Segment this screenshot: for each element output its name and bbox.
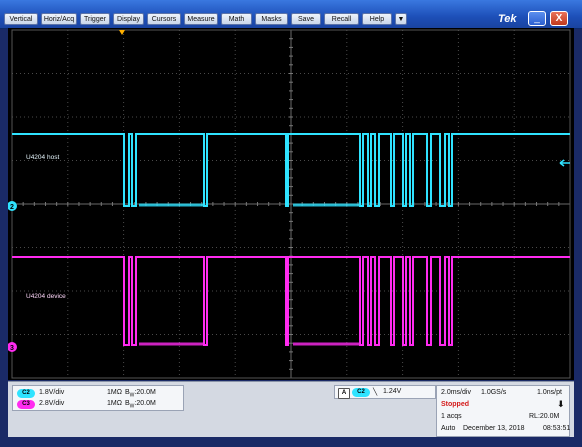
menu-display-button[interactable]: Display <box>113 13 144 25</box>
ch2-waveform-label: U4204 host <box>26 154 60 161</box>
menu-save-button[interactable]: Save <box>291 13 321 25</box>
menu-dropdown-icon[interactable]: ▼ <box>395 13 407 25</box>
readout-bar: C2 1.8V/div 1MΩ BW:20.0M C3 2.8V/div 1MΩ… <box>8 381 574 438</box>
menu-recall-button[interactable]: Recall <box>324 13 359 25</box>
time: 08:53:51 <box>543 425 571 432</box>
ch3-coupling: 1MΩ <box>107 400 122 407</box>
trigger-mode: Auto <box>441 425 456 432</box>
trigger-panel[interactable]: A C2 ╲ 1.24V <box>334 385 436 399</box>
ch2-ground-marker-text: 2 <box>10 204 14 211</box>
channel-settings-panel[interactable]: C2 1.8V/div 1MΩ BW:20.0M C3 2.8V/div 1MΩ… <box>12 385 184 411</box>
waveform-display[interactable]: 23 U4204 host U4204 device <box>8 28 574 380</box>
trigger-level: 1.24V <box>383 388 402 395</box>
close-button[interactable]: X <box>550 11 568 26</box>
tek-logo: Tek <box>498 13 517 25</box>
ch2-badge[interactable]: C2 <box>17 389 35 398</box>
ch2-bandwidth: BW:20.0M <box>125 389 156 399</box>
graticule: 23 <box>8 29 571 379</box>
horizontal-status-panel[interactable]: 2.0ms/div 1.0GS/s 1.0ns/pt Stopped ⬇ 1 a… <box>436 385 570 437</box>
record-length: RL:20.0M <box>529 413 560 420</box>
menu-help-button[interactable]: Help <box>362 13 392 25</box>
menu-measure-button[interactable]: Measure <box>184 13 218 25</box>
run-stop-icon: ⬇ <box>557 399 565 409</box>
ch2-coupling: 1MΩ <box>107 389 122 396</box>
window-bottom-edge <box>0 437 582 447</box>
menu-math-button[interactable]: Math <box>221 13 252 25</box>
ch2-scale: 1.8V/div <box>39 389 65 396</box>
ch3-bandwidth: BW:20.0M <box>125 400 156 410</box>
menu-cursors-button[interactable]: Cursors <box>147 13 181 25</box>
minimize-button[interactable]: _ <box>528 11 546 26</box>
acquisition-count: 1 acqs <box>441 413 462 420</box>
menu-trigger-button[interactable]: Trigger <box>80 13 110 25</box>
sample-rate: 1.0GS/s <box>481 389 507 396</box>
trigger-source-badge: C2 <box>352 388 370 397</box>
time-per-div: 2.0ms/div <box>441 389 471 396</box>
ch3-ground-marker-text: 3 <box>10 345 14 352</box>
menu-vertical-button[interactable]: Vertical <box>4 13 38 25</box>
menu-masks-button[interactable]: Masks <box>255 13 288 25</box>
trigger-mode-badge: A <box>338 388 350 399</box>
point-rate: 1.0ns/pt <box>537 389 562 396</box>
menu-bar: Vertical Horiz/Acq Trigger Display Cursors Me… <box>0 0 582 29</box>
ch3-waveform-label: U4204 device <box>26 293 66 300</box>
ch3-scale: 2.8V/div <box>39 400 65 407</box>
trigger-slope-icon: ╲ <box>373 389 378 396</box>
menu-horiz-acq-button[interactable]: Horiz/Acq <box>41 13 77 25</box>
ch3-badge[interactable]: C3 <box>17 400 35 409</box>
date: December 13, 2018 <box>463 425 525 432</box>
acquisition-state: Stopped <box>441 401 469 408</box>
